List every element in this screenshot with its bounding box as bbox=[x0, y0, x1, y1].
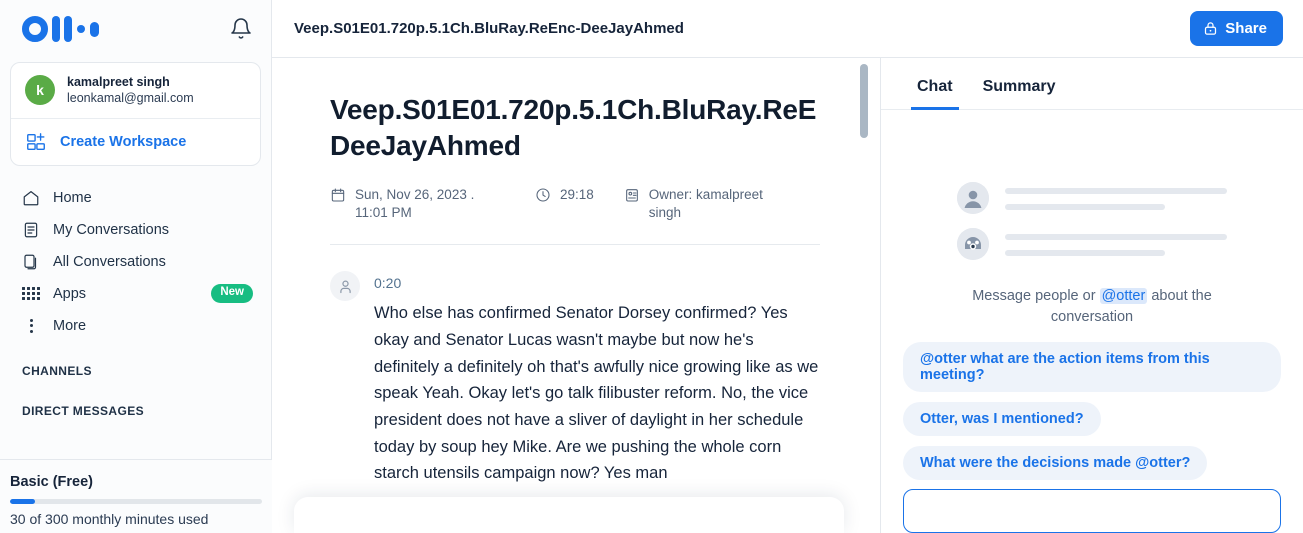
create-workspace-label: Create Workspace bbox=[60, 133, 187, 150]
sidebar: k kamalpreet singh leonkamal@gmail.com C… bbox=[0, 0, 272, 533]
status-badge: New bbox=[211, 284, 253, 303]
meta-date-text: Sun, Nov 26, 2023 . 11:01 PM bbox=[355, 186, 475, 220]
meta-owner: Owner: kamalpreet singh bbox=[624, 186, 789, 222]
add-workspace-icon bbox=[27, 132, 45, 150]
calendar-icon bbox=[331, 188, 345, 202]
account-name: kamalpreet singh bbox=[67, 75, 170, 89]
account-row[interactable]: k kamalpreet singh leonkamal@gmail.com bbox=[11, 63, 260, 119]
skeleton-line bbox=[1005, 234, 1227, 240]
clock-icon bbox=[536, 188, 550, 202]
otter-mention: @otter bbox=[1099, 288, 1148, 304]
suggestion-chip[interactable]: Otter, was I mentioned? bbox=[903, 402, 1101, 437]
chat-input-wrap bbox=[881, 489, 1303, 533]
plan-usage-text: 30 of 300 monthly minutes used bbox=[10, 511, 209, 527]
content-split: Veep.S01E01.720p.5.1Ch.BluRay.ReE DeeJay… bbox=[272, 58, 1303, 533]
sidebar-item-home[interactable]: Home bbox=[22, 182, 271, 214]
chat-hint-before: Message people or bbox=[972, 288, 1100, 304]
logo-bar-icon bbox=[64, 16, 72, 42]
grid-icon bbox=[22, 287, 40, 300]
chat-body: Message people or @otter about the conve… bbox=[881, 110, 1303, 489]
conversation-title: Veep.S01E01.720p.5.1Ch.BluRay.ReE DeeJay… bbox=[330, 94, 817, 161]
sidebar-item-label: Home bbox=[53, 189, 92, 206]
sidebar-item-all-conversations[interactable]: All Conversations bbox=[22, 246, 271, 278]
transcript-scrollbar[interactable] bbox=[860, 58, 868, 533]
plan-name: Basic (Free) bbox=[10, 474, 94, 490]
page-title: Veep.S01E01.720p.5.1Ch.BluRay.ReEnc-DeeJ… bbox=[294, 20, 684, 37]
more-vertical-icon bbox=[22, 318, 40, 333]
meta-owner-text: Owner: kamalpreet singh bbox=[648, 186, 763, 220]
copy-icon bbox=[24, 254, 37, 269]
meta-date: Sun, Nov 26, 2023 . 11:01 PM bbox=[330, 186, 505, 222]
chat-empty-skeleton bbox=[957, 182, 1227, 274]
sidebar-item-label: All Conversations bbox=[53, 253, 166, 270]
app-root: k kamalpreet singh leonkamal@gmail.com C… bbox=[0, 0, 1303, 533]
id-badge-icon bbox=[625, 188, 638, 202]
skeleton-line bbox=[1005, 204, 1165, 210]
section-direct-messages: DIRECT MESSAGES bbox=[22, 403, 145, 418]
utterance-timestamp[interactable]: 0:20 bbox=[374, 275, 820, 291]
skeleton-row bbox=[957, 182, 1227, 214]
transcript-scroll-content: Veep.S01E01.720p.5.1Ch.BluRay.ReE DeeJay… bbox=[272, 58, 880, 533]
plan-panel: Basic (Free) 30 of 300 monthly minutes u… bbox=[0, 459, 272, 533]
logo-oval-icon bbox=[90, 21, 99, 37]
sidebar-header bbox=[0, 0, 271, 58]
skeleton-line bbox=[1005, 188, 1227, 194]
media-player-bar[interactable] bbox=[294, 497, 844, 533]
chat-suggestions: @otter what are the action items from th… bbox=[903, 342, 1281, 481]
section-channels: CHANNELS bbox=[22, 363, 92, 378]
share-label: Share bbox=[1225, 20, 1267, 37]
account-card: k kamalpreet singh leonkamal@gmail.com C… bbox=[10, 62, 261, 166]
plan-progress-bar bbox=[10, 499, 262, 504]
avatar: k bbox=[25, 75, 55, 106]
sidebar-item-my-conversations[interactable]: My Conversations bbox=[22, 214, 271, 246]
topbar: Veep.S01E01.720p.5.1Ch.BluRay.ReEnc-DeeJ… bbox=[272, 0, 1303, 58]
otter-avatar-icon bbox=[957, 228, 989, 260]
logo-dot-icon bbox=[77, 25, 85, 33]
person-icon bbox=[957, 182, 989, 214]
otter-icon bbox=[957, 228, 989, 260]
meta-duration-text: 29:18 bbox=[560, 186, 594, 202]
meta-duration: 29:18 bbox=[535, 186, 594, 204]
sidebar-nav: Home My Conversations All Conversations bbox=[0, 182, 271, 342]
person-icon bbox=[339, 280, 351, 293]
utterance-text: Who else has confirmed Senator Dorsey co… bbox=[374, 304, 819, 483]
create-workspace-button[interactable]: Create Workspace bbox=[11, 119, 260, 165]
sidebar-item-label: More bbox=[53, 317, 87, 334]
sidebar-item-label: My Conversations bbox=[53, 221, 170, 238]
skeleton-row bbox=[957, 228, 1227, 260]
logo-bar-icon bbox=[52, 16, 60, 42]
chat-input[interactable] bbox=[903, 489, 1281, 533]
account-text: kamalpreet singh leonkamal@gmail.com bbox=[67, 74, 194, 107]
sidebar-item-apps[interactable]: Apps New bbox=[22, 278, 271, 310]
main-area: Veep.S01E01.720p.5.1Ch.BluRay.ReEnc-DeeJ… bbox=[272, 0, 1303, 533]
logo-ring-icon bbox=[22, 16, 48, 42]
scrollbar-thumb[interactable] bbox=[860, 64, 868, 138]
skeleton-line bbox=[1005, 250, 1165, 256]
sidebar-item-more[interactable]: More bbox=[22, 310, 271, 342]
chat-panel: Chat Summary Message people or @otter ab… bbox=[880, 58, 1303, 533]
tab-summary[interactable]: Summary bbox=[977, 78, 1062, 110]
plan-progress-fill bbox=[10, 499, 36, 504]
transcript-panel: Veep.S01E01.720p.5.1Ch.BluRay.ReE DeeJay… bbox=[272, 58, 880, 533]
lock-icon bbox=[1205, 22, 1217, 35]
conversation-meta: Sun, Nov 26, 2023 . 11:01 PM 29:18 Owner… bbox=[330, 186, 820, 246]
skeleton-lines bbox=[1005, 228, 1227, 256]
chat-hint: Message people or @otter about the conve… bbox=[942, 286, 1242, 328]
suggestion-chip[interactable]: What were the decisions made @otter? bbox=[903, 446, 1208, 481]
tab-chat[interactable]: Chat bbox=[911, 78, 959, 110]
share-button[interactable]: Share bbox=[1190, 11, 1283, 46]
document-icon bbox=[24, 222, 38, 237]
otter-logo[interactable] bbox=[22, 14, 99, 44]
account-email: leonkamal@gmail.com bbox=[67, 91, 194, 106]
chat-tabs: Chat Summary bbox=[881, 58, 1303, 110]
suggestion-chip[interactable]: @otter what are the action items from th… bbox=[903, 342, 1281, 393]
speaker-avatar[interactable] bbox=[330, 271, 360, 302]
person-avatar-icon bbox=[957, 182, 989, 214]
transcript-utterance[interactable]: 0:20 Who else has confirmed Senator Dors… bbox=[330, 271, 820, 487]
home-icon bbox=[23, 190, 39, 205]
sidebar-item-label: Apps bbox=[53, 285, 87, 302]
bell-icon[interactable] bbox=[229, 17, 253, 41]
utterance-body: 0:20 Who else has confirmed Senator Dors… bbox=[374, 271, 820, 487]
skeleton-lines bbox=[1005, 182, 1227, 210]
